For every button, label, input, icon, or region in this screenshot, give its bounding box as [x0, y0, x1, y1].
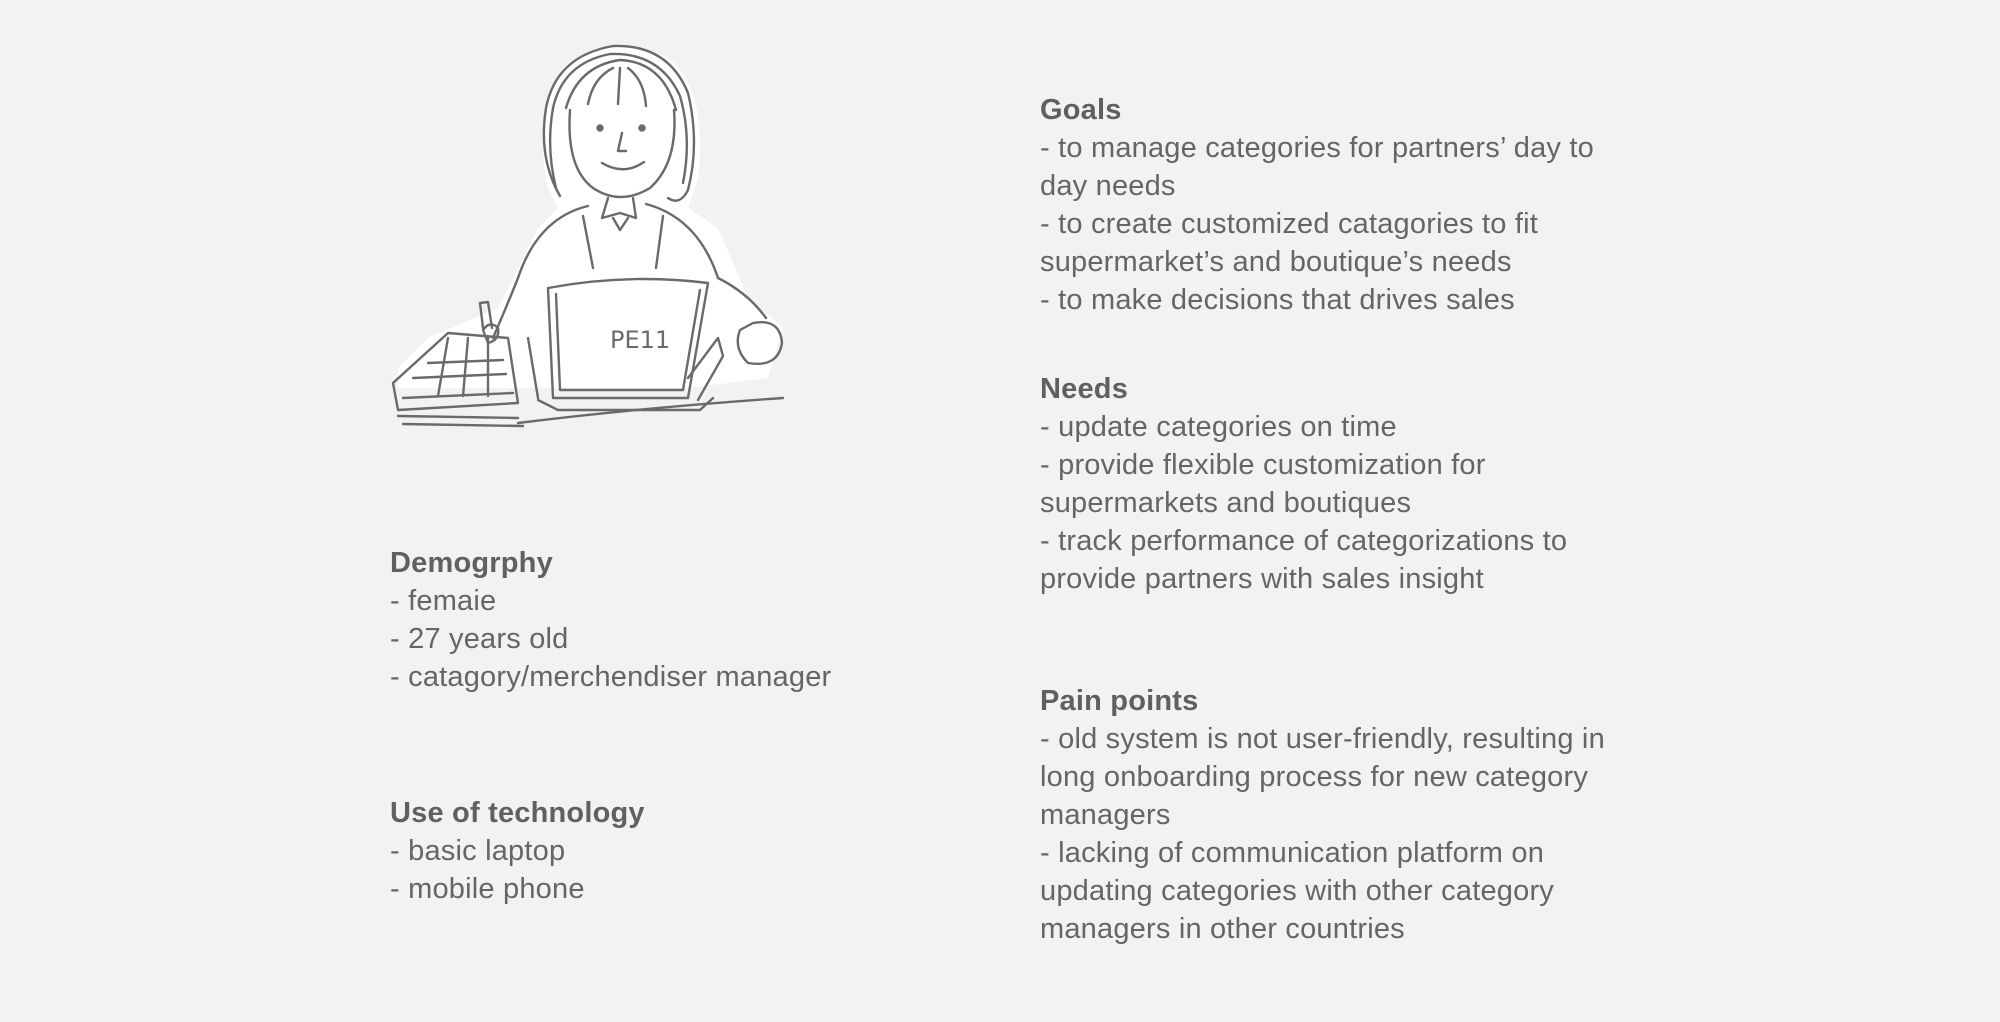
- technology-section: Use of technology - basic laptop - mobil…: [390, 794, 645, 908]
- technology-list: - basic laptop - mobile phone: [390, 832, 645, 908]
- needs-item: - track performance of categorizations t…: [1040, 525, 1568, 595]
- pain-points-section: Pain points - old system is not user-fri…: [1040, 682, 1640, 948]
- goals-item: - to manage categories for partners’ day…: [1040, 132, 1594, 202]
- demography-item: - 27 years old: [390, 623, 569, 655]
- technology-heading: Use of technology: [390, 797, 645, 829]
- technology-item: - mobile phone: [390, 873, 585, 905]
- goals-item: - to create customized catagories to fit…: [1040, 208, 1538, 278]
- goals-list: - to manage categories for partners’ day…: [1040, 129, 1640, 319]
- goals-heading: Goals: [1040, 94, 1122, 126]
- needs-heading: Needs: [1040, 373, 1129, 405]
- demography-list: - femaie - 27 years old - catagory/merch…: [390, 582, 831, 696]
- goals-section: Goals - to manage categories for partner…: [1040, 91, 1640, 319]
- persona-illustration: PE11: [391, 44, 785, 428]
- needs-item: - provide flexible customization for sup…: [1040, 449, 1486, 519]
- demography-item: - catagory/merchendiser manager: [390, 661, 832, 693]
- needs-item: - update categories on time: [1040, 411, 1397, 443]
- demography-section: Demogrphy - femaie - 27 years old - cata…: [390, 544, 831, 696]
- technology-item: - basic laptop: [390, 835, 566, 867]
- goals-item: - to make decisions that drives sales: [1040, 284, 1515, 316]
- pain-points-heading: Pain points: [1040, 685, 1199, 717]
- pain-points-list: - old system is not user-friendly, resul…: [1040, 720, 1640, 948]
- demography-heading: Demogrphy: [390, 547, 553, 579]
- pain-points-item: - old system is not user-friendly, resul…: [1040, 723, 1605, 831]
- needs-section: Needs - update categories on time - prov…: [1040, 370, 1640, 598]
- pain-points-item: - lacking of communication platform on u…: [1040, 837, 1554, 945]
- demography-item: - femaie: [390, 585, 497, 617]
- needs-list: - update categories on time - provide fl…: [1040, 408, 1640, 598]
- laptop-brand-text: PE11: [610, 326, 670, 354]
